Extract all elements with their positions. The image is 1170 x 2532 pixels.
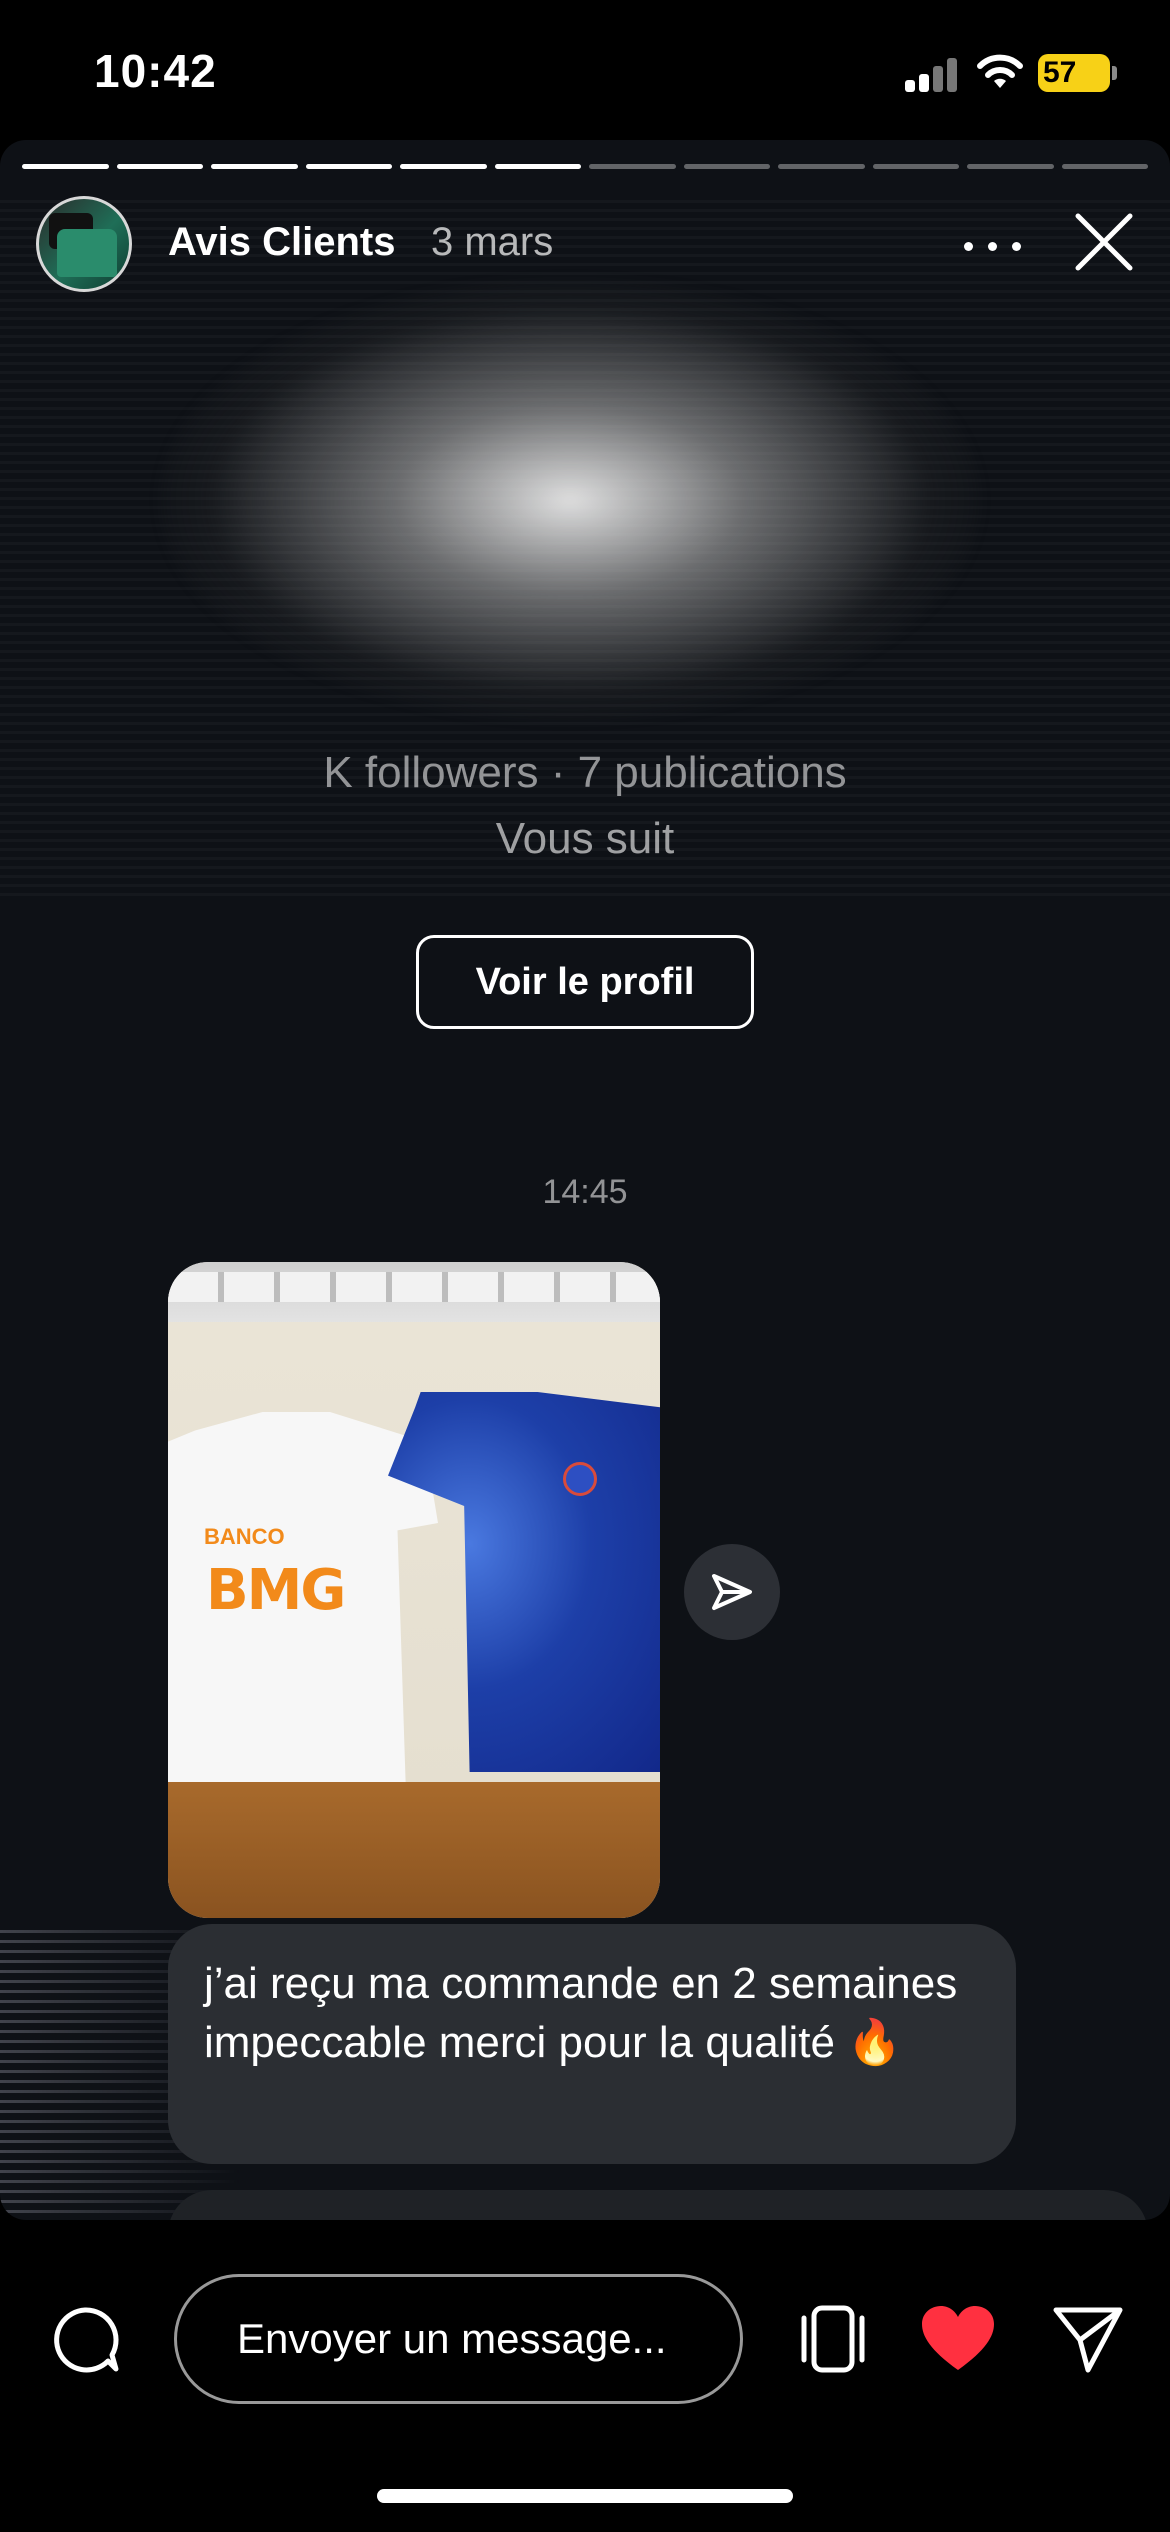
progress-segment	[22, 164, 109, 169]
story-header: Avis Clients 3 mars	[36, 196, 1136, 296]
story-progress-bar	[22, 164, 1148, 169]
battery-tip	[1112, 66, 1117, 80]
share-icon[interactable]	[1050, 2302, 1124, 2376]
heart-icon[interactable]	[920, 2304, 996, 2374]
progress-segment	[683, 164, 770, 169]
avatar[interactable]	[36, 196, 132, 292]
shared-photo[interactable]: BANCO BMG	[168, 1262, 660, 1918]
status-bar: 10:42 57	[0, 0, 1170, 140]
follows-you-label: Vous suit	[495, 814, 675, 863]
story-viewer[interactable]: Avis Clients 3 mars K followers · 7 publ…	[0, 140, 1170, 2220]
forward-button[interactable]	[684, 1544, 780, 1640]
cellular-signal-icon	[905, 58, 959, 92]
account-name[interactable]: Avis Clients	[168, 220, 395, 265]
progress-segment	[305, 164, 392, 169]
home-indicator[interactable]	[377, 2489, 793, 2503]
photo-headboard	[168, 1272, 660, 1302]
repost-icon[interactable]	[796, 2302, 870, 2376]
progress-segment	[967, 164, 1054, 169]
photo-club-crest	[563, 1462, 597, 1496]
message-bubble: j’ai reçu ma commande en 2 semaines impe…	[168, 1924, 1016, 2164]
more-options-icon[interactable]	[964, 236, 1024, 256]
progress-segment	[589, 164, 676, 169]
status-time: 10:42	[94, 45, 217, 97]
send-icon	[712, 1574, 752, 1610]
wifi-icon	[977, 54, 1023, 88]
message-input[interactable]	[174, 2274, 743, 2404]
progress-segment	[778, 164, 865, 169]
photo-sponsor-small: BANCO	[204, 1524, 285, 1549]
progress-segment	[211, 164, 298, 169]
comment-icon[interactable]	[50, 2305, 120, 2375]
avatar-jersey-green	[57, 229, 117, 277]
photo-floor	[168, 1782, 660, 1918]
profile-stats: K followers · 7 publications	[323, 748, 847, 797]
view-profile-button[interactable]: Voir le profil	[416, 935, 754, 1029]
progress-segment	[872, 164, 959, 169]
photo-sponsor-logo: BMG	[206, 1558, 346, 1623]
battery-percent: 57	[1043, 56, 1077, 89]
close-icon[interactable]	[1072, 210, 1136, 274]
progress-segment	[400, 164, 487, 169]
progress-segment	[116, 164, 203, 169]
progress-segment	[494, 164, 581, 169]
progress-segment	[1061, 164, 1148, 169]
profile-picture-blur	[160, 280, 980, 720]
post-date: 3 mars	[431, 220, 554, 264]
battery-icon: 57	[1038, 54, 1110, 92]
next-message-bubble	[168, 2190, 1148, 2220]
message-timestamp: 14:45	[542, 1173, 628, 1211]
